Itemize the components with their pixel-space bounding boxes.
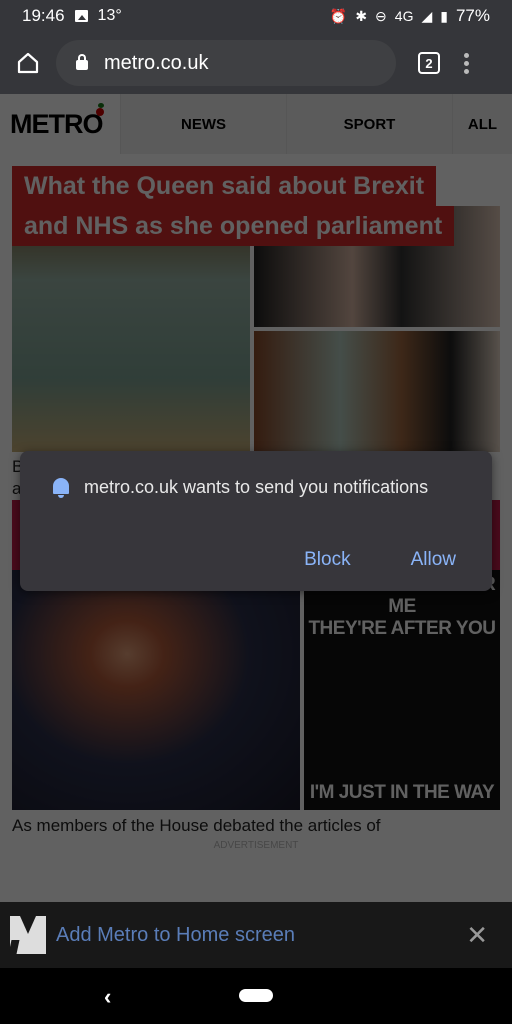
- bell-icon: [52, 477, 70, 498]
- browser-toolbar: metro.co.uk 2: [0, 32, 512, 94]
- battery-percent: 77%: [455, 6, 490, 25]
- home-button[interactable]: [0, 32, 56, 94]
- notification-permission-dialog: metro.co.uk wants to send you notificati…: [20, 451, 492, 591]
- screen: 19:46 13° ⏰ ✱ ⊖ 4G ◢ ▮ 77% metro.co.uk 2: [0, 0, 512, 1024]
- lock-icon: [76, 54, 88, 70]
- tab-switcher-button[interactable]: 2: [418, 52, 440, 74]
- add-to-home-banner[interactable]: Add Metro to Home screen ✕: [0, 902, 512, 968]
- back-button[interactable]: ‹: [104, 984, 111, 1010]
- temperature: 13°: [97, 7, 122, 24]
- url-text: metro.co.uk: [104, 51, 209, 74]
- status-time: 19:46: [22, 6, 65, 25]
- battery-icon: ▮: [440, 7, 448, 24]
- signal-icon: ◢: [421, 7, 433, 24]
- metro-app-icon: [10, 916, 46, 954]
- do-not-disturb-icon: ⊖: [375, 7, 387, 24]
- home-gesture-pill[interactable]: [239, 989, 273, 1002]
- add-to-home-label[interactable]: Add Metro to Home screen: [56, 924, 295, 947]
- system-nav-bar: ‹: [0, 968, 512, 1024]
- image-notification-icon: [74, 10, 88, 22]
- overflow-menu-button[interactable]: [464, 52, 469, 74]
- url-bar[interactable]: metro.co.uk: [56, 40, 396, 86]
- status-bar: 19:46 13° ⏰ ✱ ⊖ 4G ◢ ▮ 77%: [0, 0, 512, 32]
- close-icon[interactable]: ✕: [466, 922, 488, 948]
- alarm-icon: ⏰: [329, 7, 348, 24]
- block-button[interactable]: Block: [304, 549, 350, 571]
- network-type: 4G: [394, 8, 414, 24]
- allow-button[interactable]: Allow: [411, 549, 456, 571]
- dialog-message: metro.co.uk wants to send you notificati…: [84, 477, 429, 497]
- bluetooth-icon: ✱: [355, 7, 368, 24]
- home-icon: [17, 52, 39, 74]
